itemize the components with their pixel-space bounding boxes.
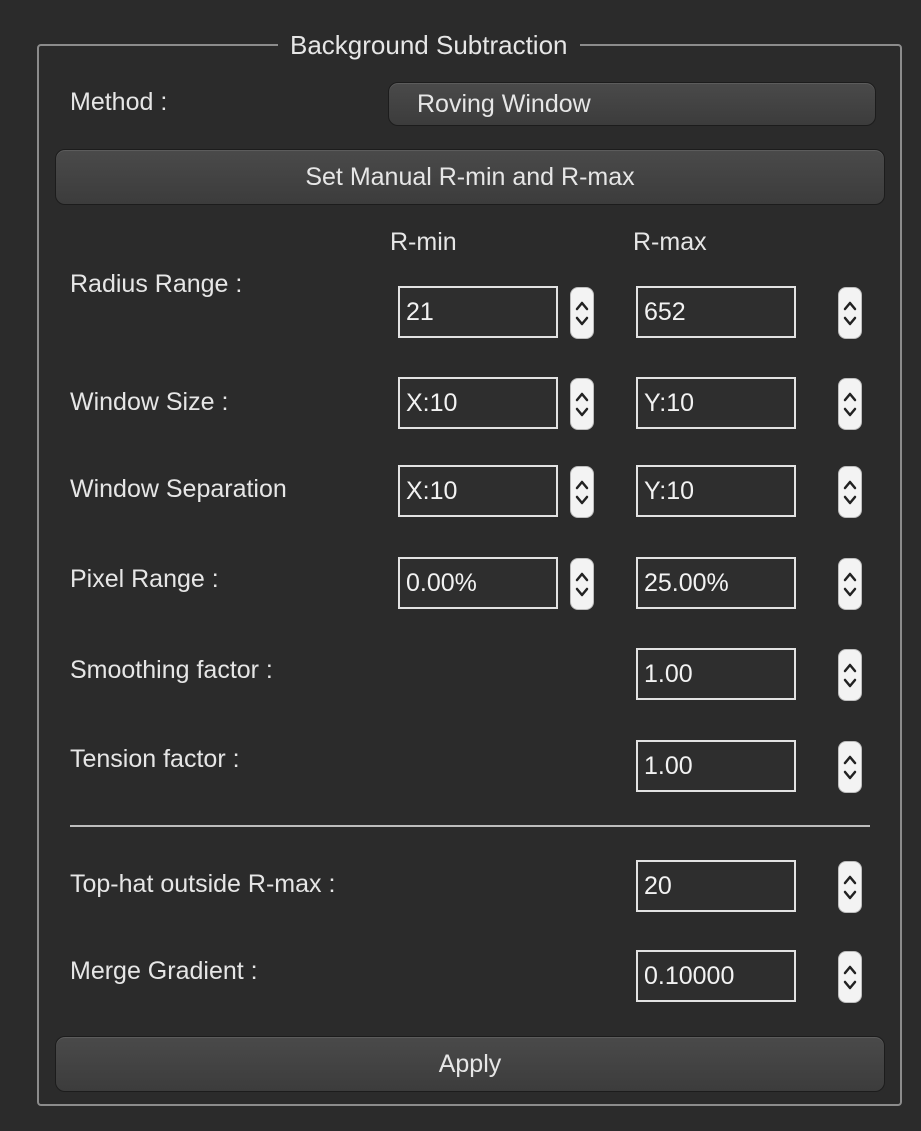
radius-rmin-spin-icon[interactable] xyxy=(570,287,594,339)
radius-rmin-input[interactable]: 21 xyxy=(398,286,558,338)
radius-rmax-spin-icon[interactable] xyxy=(838,287,862,339)
window-separation-y-input[interactable]: Y:10 xyxy=(636,465,796,517)
pixel-range-max-spin-icon[interactable] xyxy=(838,558,862,610)
apply-button[interactable]: Apply xyxy=(55,1036,885,1092)
pixel-range-label: Pixel Range : xyxy=(70,565,219,593)
window-separation-y-spin-icon[interactable] xyxy=(838,466,862,518)
smoothing-factor-input[interactable]: 1.00 xyxy=(636,648,796,700)
tension-factor-input[interactable]: 1.00 xyxy=(636,740,796,792)
radius-rmax-input[interactable]: 652 xyxy=(636,286,796,338)
pixel-range-max-input[interactable]: 25.00% xyxy=(636,557,796,609)
merge-gradient-spin-icon[interactable] xyxy=(838,951,862,1003)
set-manual-rmin-rmax-button[interactable]: Set Manual R-min and R-max xyxy=(55,149,885,205)
section-divider xyxy=(70,825,870,827)
smoothing-factor-label: Smoothing factor : xyxy=(70,656,273,684)
rmax-header: R-max xyxy=(633,228,707,256)
window-size-x-spin-icon[interactable] xyxy=(570,378,594,430)
tophat-label: Top-hat outside R-max : xyxy=(70,870,336,898)
radius-range-label: Radius Range : xyxy=(70,270,243,298)
group-title: Background Subtraction xyxy=(278,28,580,62)
merge-gradient-label: Merge Gradient : xyxy=(70,957,258,985)
tophat-input[interactable]: 20 xyxy=(636,860,796,912)
window-separation-x-input[interactable]: X:10 xyxy=(398,465,558,517)
window-size-x-input[interactable]: X:10 xyxy=(398,377,558,429)
rmin-header: R-min xyxy=(390,228,457,256)
method-dropdown[interactable]: Roving Window xyxy=(388,82,876,126)
tension-factor-spin-icon[interactable] xyxy=(838,741,862,793)
window-separation-x-spin-icon[interactable] xyxy=(570,466,594,518)
smoothing-factor-spin-icon[interactable] xyxy=(838,649,862,701)
method-label: Method : xyxy=(70,88,168,116)
tension-factor-label: Tension factor : xyxy=(70,745,240,773)
window-separation-label: Window Separation xyxy=(70,475,287,503)
tophat-spin-icon[interactable] xyxy=(838,861,862,913)
pixel-range-min-input[interactable]: 0.00% xyxy=(398,557,558,609)
window-size-label: Window Size : xyxy=(70,388,229,416)
window-size-y-spin-icon[interactable] xyxy=(838,378,862,430)
pixel-range-min-spin-icon[interactable] xyxy=(570,558,594,610)
merge-gradient-input[interactable]: 0.10000 xyxy=(636,950,796,1002)
window-size-y-input[interactable]: Y:10 xyxy=(636,377,796,429)
